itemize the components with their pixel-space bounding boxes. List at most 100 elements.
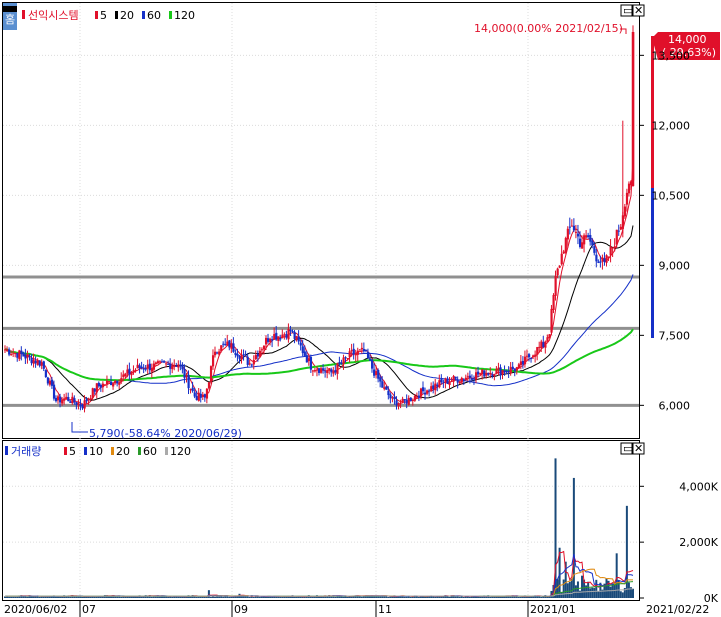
candle-body [342, 357, 345, 365]
close-icon[interactable]: ✕ [634, 4, 643, 17]
volume-bar [260, 596, 263, 598]
volume-bar [360, 596, 363, 598]
volume-bar [572, 477, 575, 598]
x-tick-label: 09 [234, 603, 248, 616]
candle-body [354, 353, 357, 356]
legend-label: 10 [89, 445, 103, 458]
price-tick-label: 10,500 [652, 189, 691, 202]
candle-body [450, 380, 453, 382]
volume-bar [385, 596, 388, 598]
volume-bar [59, 596, 62, 598]
candle-body [332, 371, 335, 374]
candle-body [101, 383, 105, 388]
candle-body [381, 381, 384, 388]
candle-body [407, 397, 410, 405]
price-window-buttons[interactable]: ▭ ✕ [620, 4, 645, 17]
candle-body [211, 355, 215, 367]
candle-body [34, 361, 37, 364]
candle-body [548, 334, 551, 339]
x-tick-label: 2020/06/02 [4, 603, 67, 616]
candle-body [373, 369, 376, 376]
volume-bar [54, 596, 57, 598]
candle-body [393, 396, 396, 400]
candle-body [448, 382, 451, 385]
candle-body [611, 247, 614, 249]
candle-body [546, 337, 549, 342]
legend-label: 60 [147, 9, 161, 22]
candle-body [481, 369, 484, 375]
candle-body [122, 374, 125, 377]
volume-bar [403, 596, 406, 598]
volume-bar [462, 596, 465, 598]
close-icon[interactable]: ✕ [634, 442, 643, 455]
candle-body [79, 404, 82, 406]
candle-body [232, 343, 235, 352]
candle-body [8, 349, 11, 355]
volume-window-buttons[interactable]: ▭ ✕ [620, 442, 645, 455]
candle-body [627, 183, 631, 194]
candle-body [572, 225, 576, 231]
volume-bar [130, 596, 133, 598]
volume-bar [595, 579, 598, 598]
candle-body [623, 206, 627, 217]
candle-body [534, 354, 537, 357]
candle-body [256, 353, 260, 357]
candle-body [293, 331, 296, 339]
candle-body [574, 231, 578, 233]
price-tick-label: 9,000 [659, 259, 691, 272]
minimize-icon[interactable]: ▭ [623, 4, 633, 17]
candle-body [222, 343, 225, 345]
volume-bar [313, 596, 316, 598]
volume-bar [258, 596, 261, 598]
candle-body [32, 359, 35, 364]
candle-body [479, 373, 482, 375]
volume-bar [38, 596, 41, 598]
legend-label: 5 [100, 9, 107, 22]
volume-bar [207, 590, 210, 598]
volume-bar [617, 580, 620, 598]
candle-body [585, 235, 588, 238]
candle-body [246, 356, 249, 365]
candle-body [424, 392, 427, 395]
candle-body [540, 341, 543, 349]
candle-body [405, 399, 408, 404]
candle-body [260, 349, 264, 351]
candle-body [163, 361, 166, 363]
legend-swatch [165, 447, 168, 455]
candle-body [515, 367, 518, 371]
candle-body [71, 396, 74, 404]
candle-body [336, 363, 339, 374]
candle-body [191, 387, 194, 392]
volume-bar [248, 596, 251, 598]
candle-body [432, 385, 435, 390]
volume-bar [230, 596, 233, 598]
candle-body [564, 238, 567, 253]
minimize-icon[interactable]: ▭ [623, 442, 633, 455]
home-icon[interactable]: 홈 [5, 12, 15, 26]
candle-body [513, 368, 516, 372]
candle-body [228, 340, 231, 348]
candle-body [140, 366, 143, 369]
volume-bar [150, 596, 153, 598]
legend-marker [22, 10, 25, 19]
volume-bar [621, 592, 624, 598]
candle-body [503, 370, 506, 373]
volume-bar [591, 587, 594, 598]
candle-body [419, 388, 423, 397]
volume-bar [615, 553, 618, 598]
candle-body [52, 384, 56, 399]
candle-body [595, 254, 598, 262]
candle-body [583, 235, 586, 245]
candle-body [42, 361, 45, 369]
candle-body [240, 355, 243, 360]
volume-bar [228, 596, 231, 598]
candle-body [530, 357, 533, 359]
candle-body [238, 355, 241, 359]
candle-body [464, 377, 468, 380]
candle-body [126, 369, 129, 374]
candle-body [395, 400, 398, 406]
panel-handle[interactable] [3, 6, 17, 12]
candle-body [73, 398, 76, 403]
candle-body [136, 364, 139, 369]
volume-bar [525, 596, 528, 598]
